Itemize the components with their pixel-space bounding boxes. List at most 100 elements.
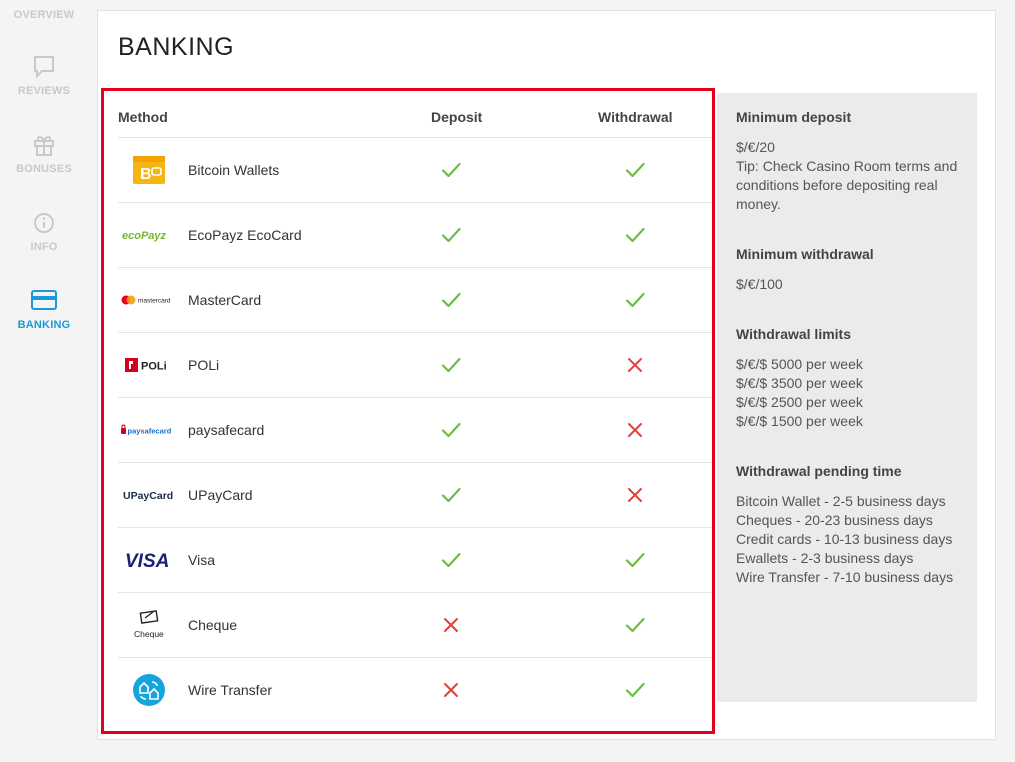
mastercard-logo: mastercard xyxy=(120,282,178,318)
table-row: UPayCard UPayCard xyxy=(118,463,712,528)
poli-logo: POLi xyxy=(120,347,178,383)
cheque-logo-text: Cheque xyxy=(134,629,164,639)
withdrawal-status xyxy=(624,679,646,701)
nav-overview[interactable]: OVERVIEW xyxy=(0,9,88,21)
cross-icon xyxy=(444,618,458,632)
upaycard-logo-text: UPayCard xyxy=(123,490,173,502)
pending-time-line: Credit cards - 10-13 business days xyxy=(736,531,953,547)
nav-banking[interactable]: BANKING xyxy=(0,288,88,331)
nav-info-label: INFO xyxy=(30,241,58,253)
check-icon xyxy=(625,227,645,243)
svg-text:B: B xyxy=(140,166,152,183)
withdrawal-limits-block: Withdrawal limits $/€/$ 5000 per week $/… xyxy=(736,326,971,431)
header-deposit: Deposit xyxy=(431,109,483,125)
nav-reviews[interactable]: REVIEWS xyxy=(0,54,88,97)
method-name: Visa xyxy=(188,552,215,568)
nav-banking-label: BANKING xyxy=(17,319,71,331)
deposit-status xyxy=(440,224,462,246)
table-row: Wire Transfer xyxy=(118,658,712,722)
check-icon xyxy=(441,422,461,438)
table-row: paysafecard paysafecard xyxy=(118,398,712,463)
nav-bonuses[interactable]: BONUSES xyxy=(0,132,88,175)
table-row: B Bitcoin Wallets xyxy=(118,138,712,203)
cross-icon xyxy=(628,423,642,437)
pending-time-block: Withdrawal pending time Bitcoin Wallet -… xyxy=(736,463,971,587)
check-icon xyxy=(441,292,461,308)
check-icon xyxy=(625,682,645,698)
withdrawal-status xyxy=(624,224,646,246)
poli-logo-text: POLi xyxy=(141,361,167,373)
upaycard-logo: UPayCard xyxy=(120,477,178,513)
deposit-status xyxy=(440,289,462,311)
cross-icon xyxy=(628,358,642,372)
check-icon xyxy=(625,162,645,178)
bitcoin-wallet-logo: B xyxy=(120,152,178,188)
table-row: Cheque Cheque xyxy=(118,593,712,658)
method-name: UPayCard xyxy=(188,487,253,503)
check-icon xyxy=(625,617,645,633)
cross-icon xyxy=(444,683,458,697)
min-withdrawal-value: $/€/100 xyxy=(736,276,783,292)
check-icon xyxy=(441,227,461,243)
payment-methods-table: Method Deposit Withdrawal B Bitcoin Wall… xyxy=(118,105,712,722)
withdrawal-status xyxy=(624,549,646,571)
paysafecard-logo-text: paysafecard xyxy=(128,427,172,436)
check-icon xyxy=(441,357,461,373)
withdrawal-status xyxy=(624,289,646,311)
paysafecard-logo: paysafecard xyxy=(120,412,178,448)
visa-logo-text: VISA xyxy=(125,551,169,571)
withdrawal-status xyxy=(624,159,646,181)
ecopayz-logo: ecoPayz xyxy=(120,217,178,253)
min-deposit-value: $/€/20 xyxy=(736,139,775,155)
pending-time-line: Wire Transfer - 7-10 business days xyxy=(736,569,954,585)
mastercard-logo-text: mastercard xyxy=(138,298,171,305)
nav-bonuses-label: BONUSES xyxy=(16,163,72,175)
nav-overview-label: OVERVIEW xyxy=(13,9,75,21)
method-name: Wire Transfer xyxy=(188,682,273,698)
table-row: ecoPayz EcoPayz EcoCard xyxy=(118,203,712,268)
check-icon xyxy=(625,552,645,568)
min-withdrawal-title: Minimum withdrawal xyxy=(736,246,874,262)
banking-info-sidebar: Minimum deposit $/€/20 Tip: Check Casino… xyxy=(717,93,977,702)
check-icon xyxy=(441,162,461,178)
page-title: BANKING xyxy=(118,33,235,61)
pending-time-line: Cheques - 20-23 business days xyxy=(736,512,933,528)
cross-icon xyxy=(628,488,642,502)
method-name: MasterCard xyxy=(188,292,262,308)
withdrawal-limits-title: Withdrawal limits xyxy=(736,326,852,342)
withdrawal-status xyxy=(624,484,646,506)
visa-logo: VISA xyxy=(120,542,178,578)
nav-reviews-label: REVIEWS xyxy=(17,85,71,97)
pending-time-line: Ewallets - 2-3 business days xyxy=(736,550,914,566)
withdrawal-status xyxy=(624,354,646,376)
table-row: mastercard MasterCard xyxy=(118,268,712,333)
deposit-status xyxy=(440,549,462,571)
method-name: paysafecard xyxy=(188,422,265,438)
cheque-logo: Cheque xyxy=(120,607,178,643)
deposit-status xyxy=(440,679,462,701)
table-row: POLi POLi xyxy=(118,333,712,398)
deposit-status xyxy=(440,614,462,636)
min-deposit-tip: Tip: Check Casino Room terms and conditi… xyxy=(736,158,958,212)
withdrawal-status xyxy=(624,614,646,636)
check-icon xyxy=(441,487,461,503)
credit-card-icon xyxy=(0,288,88,314)
min-deposit-title: Minimum deposit xyxy=(736,109,852,125)
method-name: Bitcoin Wallets xyxy=(188,162,280,178)
withdrawal-limit-line: $/€/$ 3500 per week xyxy=(736,375,863,391)
deposit-status xyxy=(440,419,462,441)
check-icon xyxy=(441,552,461,568)
info-icon xyxy=(0,210,88,236)
deposit-status xyxy=(440,484,462,506)
method-name: POLi xyxy=(188,357,220,373)
min-withdrawal-block: Minimum withdrawal $/€/100 xyxy=(736,246,971,294)
deposit-status xyxy=(440,354,462,376)
side-nav: OVERVIEW REVIEWS BONUSES INFO BANKING xyxy=(0,0,88,762)
pending-time-title: Withdrawal pending time xyxy=(736,463,902,479)
table-header: Method Deposit Withdrawal xyxy=(118,105,712,138)
nav-info[interactable]: INFO xyxy=(0,210,88,253)
method-name: Cheque xyxy=(188,617,238,633)
header-method: Method xyxy=(118,109,168,125)
gift-icon xyxy=(0,132,88,158)
wire-transfer-logo xyxy=(120,672,178,708)
